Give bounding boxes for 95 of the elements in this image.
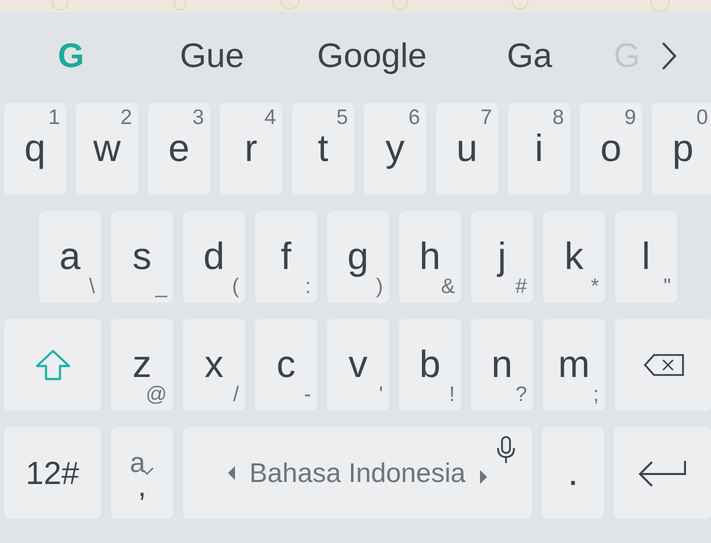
key-hint: 0 bbox=[696, 107, 708, 128]
key-hint: / bbox=[233, 384, 239, 405]
key[interactable]: u 7 bbox=[436, 103, 498, 195]
key[interactable]: y 6 bbox=[364, 103, 426, 195]
key[interactable]: c - bbox=[255, 319, 317, 411]
key[interactable]: e 3 bbox=[148, 103, 210, 195]
key-letter: h bbox=[419, 238, 441, 276]
microphone-icon bbox=[496, 435, 516, 465]
key-letter: u bbox=[456, 130, 478, 168]
key-letter: . bbox=[568, 454, 578, 492]
key-letter: g bbox=[347, 238, 369, 276]
key-hint: 6 bbox=[408, 107, 420, 128]
suggestion[interactable]: Google bbox=[282, 30, 462, 82]
key[interactable]: n ? bbox=[471, 319, 533, 411]
key-letter: a bbox=[59, 238, 81, 276]
key-letter: x bbox=[204, 346, 224, 384]
key-letter: n bbox=[491, 346, 513, 384]
backspace-key[interactable] bbox=[615, 319, 711, 411]
key[interactable]: x / bbox=[183, 319, 245, 411]
key[interactable]: q 1 bbox=[4, 103, 66, 195]
key-hint: ( bbox=[232, 276, 239, 297]
key-letter: v bbox=[348, 346, 368, 384]
chevron-right-icon[interactable] bbox=[661, 41, 677, 71]
key-letter: k bbox=[564, 238, 584, 276]
left-arrow-icon bbox=[228, 466, 236, 480]
key[interactable]: v ' bbox=[327, 319, 389, 411]
key[interactable]: i 8 bbox=[508, 103, 570, 195]
key[interactable]: p 0 bbox=[652, 103, 711, 195]
key-letter: z bbox=[132, 346, 152, 384]
key[interactable]: t 5 bbox=[292, 103, 354, 195]
key-hint: ) bbox=[376, 276, 383, 297]
key-hint: - bbox=[304, 384, 311, 405]
suggestion[interactable]: Ga bbox=[462, 30, 597, 82]
key-letter: p bbox=[672, 130, 694, 168]
key[interactable]: f : bbox=[255, 211, 317, 303]
key-hint: 3 bbox=[192, 107, 204, 128]
key-hint: # bbox=[515, 276, 527, 297]
key[interactable]: o 9 bbox=[580, 103, 642, 195]
suggestion[interactable]: Gue bbox=[142, 30, 282, 82]
key[interactable]: l " bbox=[615, 211, 677, 303]
key-letter: c bbox=[276, 346, 296, 384]
key-hint: 4 bbox=[264, 107, 276, 128]
key-letter: j bbox=[498, 238, 506, 276]
backspace-icon bbox=[642, 353, 684, 377]
key-hint: \ bbox=[89, 276, 95, 297]
key-letter: b bbox=[419, 346, 441, 384]
key-letter: s bbox=[132, 238, 152, 276]
key-hint: ? bbox=[515, 384, 527, 405]
key-letter: w bbox=[93, 130, 121, 168]
symbols-key[interactable]: 12# bbox=[4, 427, 101, 519]
key[interactable]: z @ bbox=[111, 319, 173, 411]
key[interactable]: k * bbox=[543, 211, 605, 303]
key-letter: e bbox=[168, 130, 190, 168]
key-hint: 1 bbox=[48, 107, 60, 128]
key[interactable]: m ; bbox=[543, 319, 605, 411]
key-letter: r bbox=[244, 130, 258, 168]
key-hint: 8 bbox=[552, 107, 564, 128]
key-hint: _ bbox=[155, 276, 167, 297]
key-letter: i bbox=[534, 130, 544, 168]
key-hint: 9 bbox=[624, 107, 636, 128]
key-hint: " bbox=[664, 276, 671, 297]
key[interactable]: w 2 bbox=[76, 103, 138, 195]
shift-icon bbox=[34, 349, 72, 381]
key-hint: & bbox=[440, 276, 455, 297]
key-hint: 7 bbox=[480, 107, 492, 128]
key-hint: : bbox=[305, 276, 311, 297]
key-letter: a bbox=[130, 449, 146, 477]
key[interactable]: g ) bbox=[327, 211, 389, 303]
key-letter: d bbox=[203, 238, 225, 276]
key[interactable]: . bbox=[542, 427, 604, 519]
key-letter: y bbox=[386, 130, 404, 168]
key-hint: 2 bbox=[120, 107, 132, 128]
key[interactable]: h & bbox=[399, 211, 461, 303]
key-letter: m bbox=[558, 346, 590, 384]
language-label: Bahasa Indonesia bbox=[249, 456, 466, 490]
key[interactable]: j # bbox=[471, 211, 533, 303]
key[interactable]: r 4 bbox=[220, 103, 282, 195]
key-letter: f bbox=[280, 238, 292, 276]
key-hint: @ bbox=[146, 384, 167, 405]
space-key[interactable]: Bahasa Indonesia bbox=[183, 427, 532, 519]
key-letter: o bbox=[600, 130, 622, 168]
key[interactable]: d ( bbox=[183, 211, 245, 303]
key[interactable]: s _ bbox=[111, 211, 173, 303]
key-letter: q bbox=[24, 130, 46, 168]
key-hint: ! bbox=[449, 384, 455, 405]
key-letter: t bbox=[318, 130, 328, 168]
language-key[interactable]: a , bbox=[111, 427, 173, 519]
key-hint: ' bbox=[378, 384, 383, 405]
right-arrow-icon bbox=[480, 470, 487, 484]
key-letter: l bbox=[642, 238, 650, 276]
key[interactable]: a \ bbox=[39, 211, 101, 303]
key-hint: 5 bbox=[336, 107, 348, 128]
key-hint: * bbox=[590, 276, 599, 297]
key[interactable]: b ! bbox=[399, 319, 461, 411]
key-hint: ; bbox=[593, 384, 599, 405]
